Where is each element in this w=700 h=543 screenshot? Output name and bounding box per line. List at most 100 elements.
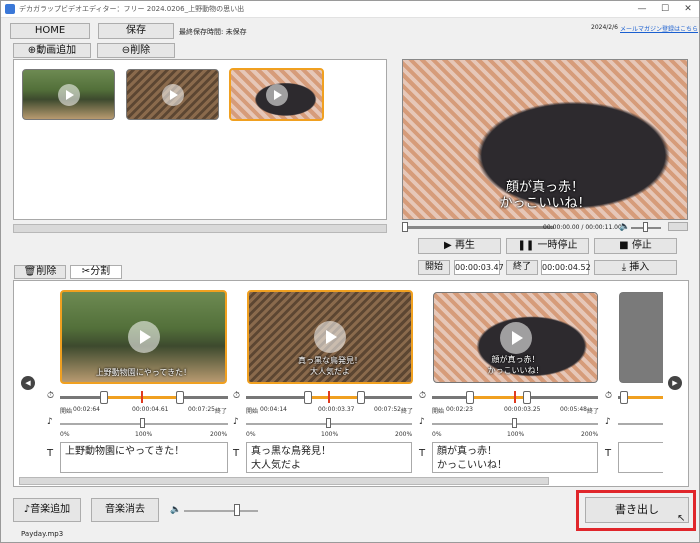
playhead-marker: [514, 391, 516, 403]
clip-trim-range: [624, 396, 663, 399]
cursor-icon: ↖: [677, 513, 686, 524]
timer-icon: ⏱: [233, 391, 241, 401]
home-button[interactable]: HOME: [10, 23, 90, 39]
trim-end-time: 00:07:25: [188, 406, 215, 413]
add-video-label: 動画追加: [36, 45, 77, 56]
start-time-field[interactable]: 00:00:03.47: [454, 260, 504, 275]
clip-duration: 00:00:04.61: [132, 406, 169, 413]
remove-video-label: 削除: [130, 45, 151, 56]
trim-end-handle[interactable]: [176, 391, 184, 404]
delete-clip-label: 削除: [36, 266, 57, 277]
trim-end-handle[interactable]: [523, 391, 531, 404]
window-title: デカガラップビデオエディター：フリー 2024.0206_上野動物の思い出: [19, 5, 245, 13]
timer-icon: ⏱: [47, 391, 55, 401]
play-icon: [499, 321, 532, 354]
volume-max-label: 200%: [210, 431, 228, 438]
newsletter-link[interactable]: メールマガジン登録はこちら: [620, 24, 698, 33]
media-thumbnail[interactable]: [126, 69, 219, 120]
start-button[interactable]: 開始: [418, 260, 450, 275]
trim-start-handle[interactable]: [304, 391, 312, 404]
clip-volume-knob[interactable]: [512, 418, 517, 428]
text-icon: T: [47, 448, 54, 459]
playhead-marker: [328, 391, 330, 403]
timeline-clip-thumbnail[interactable]: [619, 292, 663, 383]
minimize-button[interactable]: —: [635, 3, 649, 15]
timeline-clip-thumbnail[interactable]: 顔が真っ赤！ かっこいいね！: [433, 292, 598, 383]
trim-end-time: 00:07:52: [374, 406, 401, 413]
trim-start-label: 開始: [246, 408, 259, 415]
clip-text-input[interactable]: [618, 442, 663, 473]
preview-volume-knob[interactable]: [643, 222, 648, 232]
trim-start-handle[interactable]: [620, 391, 628, 404]
end-time-field[interactable]: 00:00:04.52: [541, 260, 591, 275]
timeline-clip-thumbnail[interactable]: 上野動物園にやってきた！: [60, 290, 227, 384]
add-video-button[interactable]: ⊕動画追加: [13, 43, 91, 58]
clip-text-input[interactable]: 顔が真っ赤！ かっこいいね！: [432, 442, 598, 473]
export-button[interactable]: 書き出し: [585, 497, 689, 523]
volume-mid-label: 100%: [507, 431, 525, 438]
split-clip-tab[interactable]: ✂分割: [70, 265, 122, 279]
music-note-icon: ♪: [233, 417, 239, 427]
music-volume-slider[interactable]: [184, 510, 258, 512]
stop-button[interactable]: ■ 停止: [594, 238, 677, 254]
playhead-marker: [141, 391, 143, 403]
timer-icon: ⏱: [419, 391, 427, 401]
music-volume-knob[interactable]: [234, 504, 240, 516]
play-icon: [314, 321, 346, 353]
clip-caption: 顔が真っ赤！: [491, 355, 540, 364]
insert-button[interactable]: ⤓ 挿入: [594, 260, 677, 275]
scroll-left-icon[interactable]: ◀: [21, 376, 35, 390]
remove-video-button[interactable]: ⊖削除: [97, 43, 175, 58]
minus-circle-icon: ⊖: [121, 45, 131, 56]
fullscreen-button[interactable]: [668, 222, 688, 231]
delete-clip-tab[interactable]: 🗑削除: [14, 265, 66, 279]
text-icon: T: [605, 448, 612, 459]
timeline-clip-thumbnail[interactable]: 真っ黒な鳥発見！ 大人気だよ: [247, 290, 413, 384]
media-thumbnail[interactable]: [22, 69, 115, 120]
trim-start-handle[interactable]: [100, 391, 108, 404]
pause-label: 一時停止: [537, 240, 578, 251]
save-button[interactable]: 保存: [98, 23, 174, 39]
volume-max-label: 200%: [395, 431, 413, 438]
clip-volume-knob[interactable]: [326, 418, 331, 428]
seek-bar[interactable]: [404, 226, 554, 229]
volume-icon: 🔈: [619, 222, 631, 232]
maximize-button[interactable]: ☐: [658, 3, 672, 15]
clip-volume-knob[interactable]: [140, 418, 145, 428]
volume-min-label: 0%: [60, 431, 70, 438]
clip-volume-slider[interactable]: [618, 423, 663, 425]
trim-start-handle[interactable]: [466, 391, 474, 404]
trim-start-time: 00:04:14: [260, 406, 287, 413]
pause-button[interactable]: ❚❚ 一時停止: [506, 238, 589, 254]
preview-caption-line1: 顔が真っ赤！: [505, 180, 584, 195]
title-bar: デカガラップビデオエディター：フリー 2024.0206_上野動物の思い出 — …: [1, 1, 699, 18]
last-saved-status: 最終保存時間: 未保存: [179, 28, 247, 36]
trim-end-label: 終了: [401, 408, 414, 415]
media-scrollbar[interactable]: [13, 224, 387, 233]
clip-text-input[interactable]: 真っ黒な鳥発見！ 大人気だよ: [246, 442, 412, 473]
scroll-right-icon[interactable]: ▶: [668, 376, 682, 390]
app-window: デカガラップビデオエディター：フリー 2024.0206_上野動物の思い出 — …: [0, 0, 700, 543]
header-date: 2024/2/6: [591, 24, 618, 31]
trim-end-handle[interactable]: [357, 391, 365, 404]
add-music-button[interactable]: ♪音楽追加: [13, 498, 81, 522]
stop-label: 停止: [631, 240, 652, 251]
volume-mid-label: 100%: [135, 431, 153, 438]
close-button[interactable]: ✕: [681, 3, 695, 15]
preview-caption-line2: かっこいいね！: [499, 196, 591, 211]
clip-duration: 00:00:03.37: [318, 406, 355, 413]
timeline-scrollbar[interactable]: [19, 477, 549, 485]
end-button[interactable]: 終了: [506, 260, 538, 275]
clip-text-input[interactable]: 上野動物園にやってきた！: [60, 442, 228, 473]
video-preview: 顔が真っ赤！ かっこいいね！: [402, 59, 688, 220]
media-thumbnail-selected[interactable]: [229, 68, 324, 121]
seek-knob[interactable]: [402, 222, 408, 232]
play-icon: ▶: [444, 240, 452, 251]
clip-caption-line2: かっこいいね！: [487, 366, 544, 375]
add-music-label: 音楽追加: [30, 504, 71, 515]
play-button[interactable]: ▶ 再生: [418, 238, 501, 254]
stop-icon: ■: [619, 240, 629, 251]
volume-min-label: 0%: [432, 431, 442, 438]
text-icon: T: [233, 448, 240, 459]
remove-music-button[interactable]: 音楽消去: [91, 498, 159, 522]
